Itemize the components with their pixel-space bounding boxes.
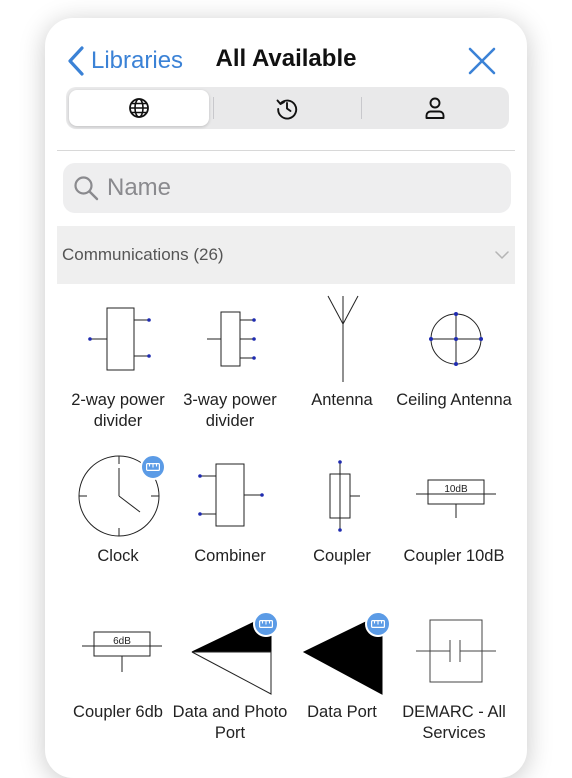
library-panel: Libraries All Available Name Communicati…: [45, 18, 527, 778]
combiner-symbol-icon: [198, 463, 264, 527]
library-filter-segmented-control: [66, 87, 509, 129]
library-item[interactable]: Ceiling Antenna: [396, 288, 512, 444]
item-label: Ceiling Antenna: [396, 391, 512, 409]
chevron-down-icon: [495, 251, 509, 260]
item-label: Combiner: [194, 547, 266, 565]
search-icon: [74, 176, 99, 201]
globe-icon: [129, 98, 149, 118]
item-label: 2-way power divider: [71, 391, 165, 430]
antenna-symbol-icon: [327, 295, 359, 382]
item-label: Data Port: [307, 703, 377, 721]
segment-divider: [361, 97, 362, 119]
item-label: Coupler 6db: [73, 703, 163, 721]
demarc-symbol-icon: [416, 619, 496, 683]
segment-all[interactable]: [69, 90, 209, 126]
three-way-power-divider-symbol-icon: [207, 311, 256, 367]
library-item[interactable]: Coupler: [286, 444, 398, 600]
library-item[interactable]: Data Port: [286, 600, 398, 756]
library-item[interactable]: 10dB Coupler 10dB: [398, 444, 510, 600]
item-label: Coupler: [313, 547, 371, 565]
two-way-power-divider-symbol-icon: [88, 307, 151, 371]
library-item[interactable]: Clock: [62, 444, 174, 600]
coupler-10db-symbol-icon: 10dB: [416, 479, 496, 518]
segment-recent[interactable]: [217, 90, 357, 126]
coupler-box-text: 10dB: [444, 484, 468, 495]
item-label: DEMARC - All Services: [402, 703, 506, 742]
item-label: Data and Photo Port: [172, 703, 288, 742]
page-title: All Available: [215, 45, 357, 72]
ceiling-antenna-symbol-icon: [429, 312, 483, 366]
item-label: Coupler 10dB: [403, 547, 505, 565]
segment-divider: [213, 97, 214, 119]
library-item[interactable]: Data and Photo Port: [173, 600, 287, 756]
search-field[interactable]: [63, 163, 511, 213]
library-item[interactable]: 3-way power divider: [174, 288, 286, 444]
library-item[interactable]: DEMARC - All Services: [398, 600, 510, 756]
item-label: Antenna: [311, 391, 373, 409]
coupler-symbol-icon: [329, 460, 360, 532]
ruler-badge-icon: [253, 611, 279, 637]
ruler-badge-icon: [365, 611, 391, 637]
history-icon: [276, 99, 298, 120]
person-icon: [425, 97, 445, 119]
item-label: Clock: [97, 547, 139, 565]
close-icon: [468, 47, 496, 75]
library-item[interactable]: 2-way power divider: [62, 288, 174, 444]
divider: [57, 150, 515, 151]
library-item[interactable]: 6dB Coupler 6db: [62, 600, 174, 756]
search-input[interactable]: [105, 173, 489, 203]
ruler-badge-icon: [140, 454, 166, 480]
section-header-communications[interactable]: Communications (26): [57, 226, 515, 284]
library-item[interactable]: Antenna: [286, 288, 398, 444]
close-button[interactable]: [465, 44, 499, 78]
coupler-box-text: 6dB: [113, 636, 131, 647]
segment-mine[interactable]: [365, 90, 505, 126]
library-item[interactable]: Combiner: [174, 444, 286, 600]
section-title: Communications (26): [62, 245, 224, 264]
item-label: 3-way power divider: [183, 391, 277, 430]
coupler-6db-symbol-icon: 6dB: [82, 631, 162, 672]
